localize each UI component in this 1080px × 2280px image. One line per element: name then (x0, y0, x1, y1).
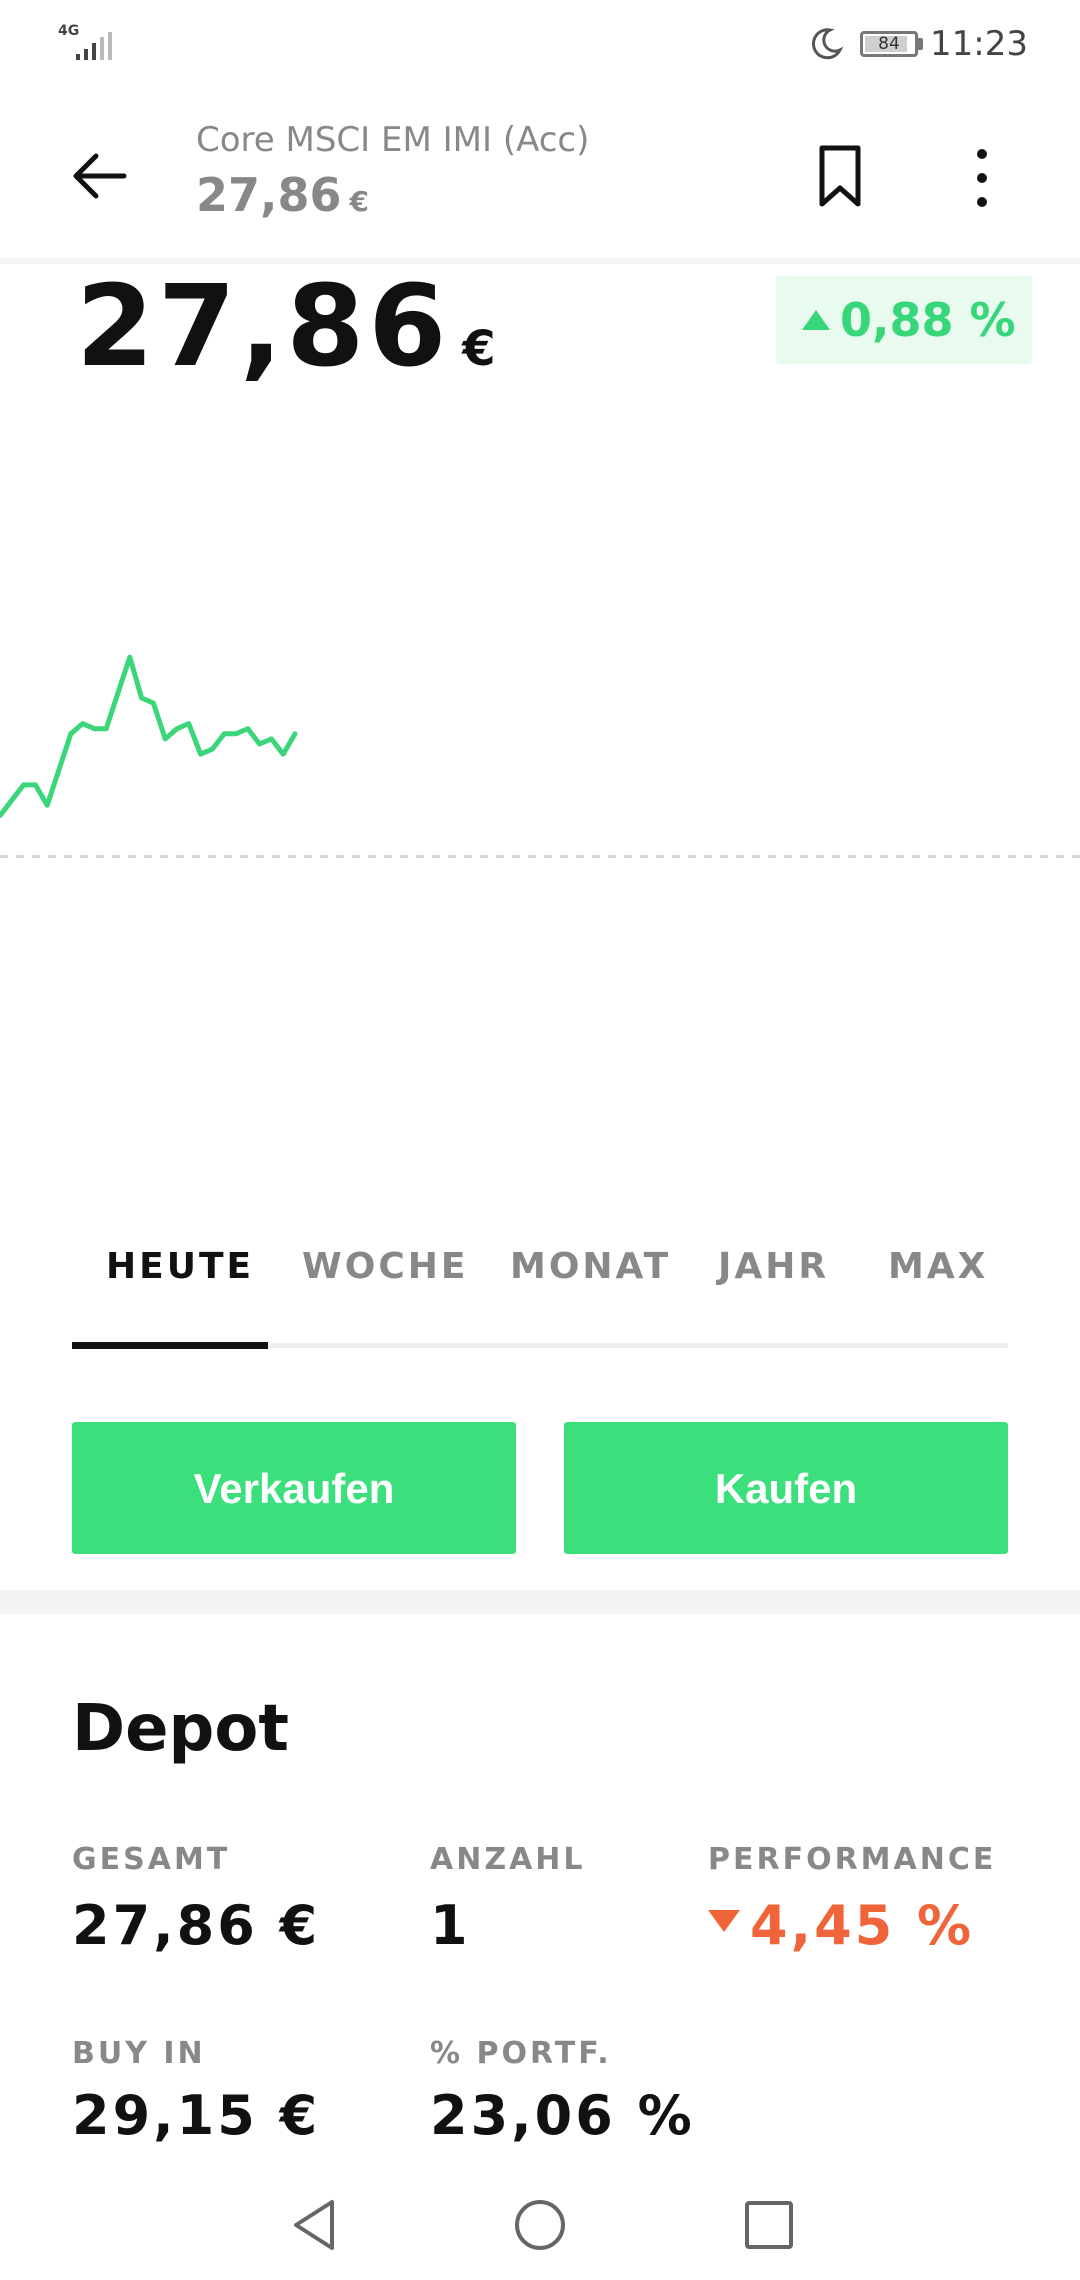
signal-icon: 4G (58, 24, 116, 64)
performance-value-text: 4,45 % (750, 1894, 975, 1957)
system-nav-bar (0, 2170, 1080, 2280)
nav-recents-button[interactable] (734, 2190, 804, 2260)
arrow-left-icon (73, 153, 127, 199)
header-price-currency: € (349, 185, 369, 218)
tab-max[interactable]: MAX (888, 1232, 988, 1302)
bookmark-button[interactable] (808, 138, 872, 218)
section-divider (0, 1590, 1080, 1614)
chart-series-line (0, 654, 298, 819)
triangle-down-icon (708, 1910, 740, 1933)
nav-home-icon (515, 2200, 565, 2250)
count-value: 1 (430, 1894, 471, 1957)
portf-label: % PORTF. (430, 2036, 612, 2071)
tab-woche[interactable]: WOCHE (302, 1232, 468, 1302)
nav-back-icon (294, 2200, 334, 2250)
total-value: 27,86 € (72, 1894, 321, 1957)
count-label: ANZAHL (430, 1842, 586, 1877)
price-chart[interactable] (0, 560, 1080, 1020)
status-bar: 4G 84 11:23 (0, 0, 1080, 92)
current-price-currency: € (462, 321, 496, 377)
battery-cap (918, 38, 923, 50)
current-price: 27,86 € (76, 262, 496, 392)
header-price-value: 27,86 (196, 168, 342, 222)
depot-title: Depot (72, 1692, 289, 1766)
back-button[interactable] (60, 136, 140, 216)
battery-icon: 84 (860, 31, 918, 57)
more-options-button[interactable] (950, 138, 1014, 218)
moon-icon (808, 26, 844, 62)
performance-label: PERFORMANCE (708, 1842, 997, 1877)
period-tabs: HEUTE WOCHE MONAT JAHR MAX (72, 1232, 1008, 1352)
status-time: 11:23 (930, 24, 1028, 64)
portf-value: 23,06 % (430, 2084, 695, 2147)
nav-back-button[interactable] (282, 2190, 352, 2260)
nav-recents-icon (745, 2201, 793, 2249)
more-vertical-icon (977, 149, 987, 207)
change-badge: 0,88 % (776, 276, 1032, 364)
buyin-value: 29,15 € (72, 2084, 321, 2147)
nav-home-button[interactable] (505, 2190, 575, 2260)
bookmark-icon (819, 145, 861, 207)
sell-button[interactable]: Verkaufen (72, 1422, 516, 1554)
battery-level: 84 (878, 34, 900, 54)
buyin-label: BUY IN (72, 2036, 206, 2071)
app-header: Core MSCI EM IMI (Acc) 27,86 € (0, 92, 1080, 264)
tab-indicator (72, 1342, 268, 1349)
change-value: 0,88 % (840, 293, 1016, 347)
tab-jahr[interactable]: JAHR (718, 1232, 829, 1302)
header-price: 27,86 € (196, 168, 369, 222)
current-price-value: 27,86 (76, 262, 451, 392)
tab-monat[interactable]: MONAT (510, 1232, 671, 1302)
buy-button[interactable]: Kaufen (564, 1422, 1008, 1554)
performance-value: 4,45 % (708, 1894, 974, 1957)
triangle-up-icon (802, 309, 830, 330)
total-label: GESAMT (72, 1842, 231, 1877)
header-title: Core MSCI EM IMI (Acc) (196, 120, 590, 160)
tab-heute[interactable]: HEUTE (106, 1232, 254, 1302)
